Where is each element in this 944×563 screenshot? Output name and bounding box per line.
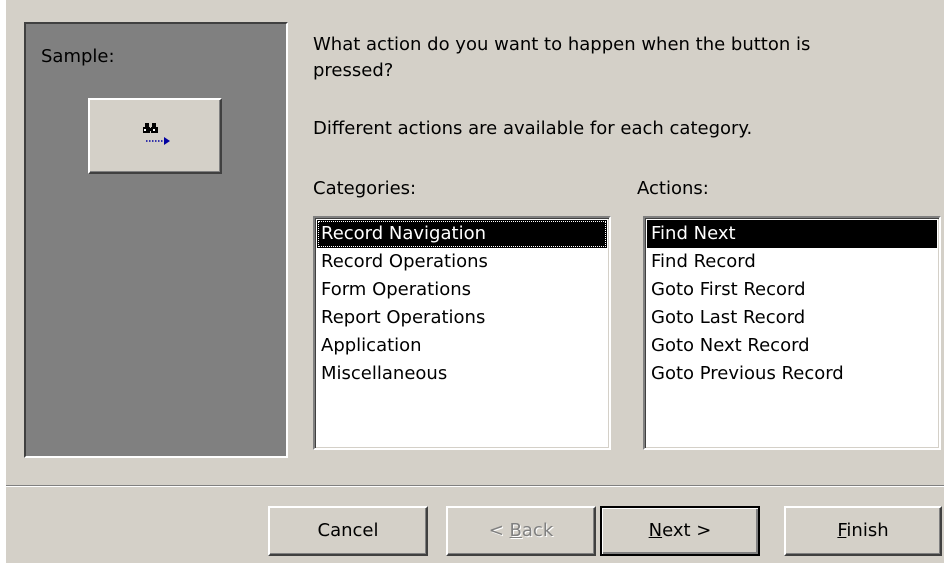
back-prefix: < [488,520,510,541]
action-item[interactable]: Find Record [647,248,937,276]
action-item[interactable]: Goto First Record [647,276,937,304]
back-rest: ack [521,520,554,541]
separator [6,485,944,487]
binoculars-arrow-icon [143,123,170,145]
action-item[interactable]: Goto Last Record [647,304,937,332]
category-item[interactable]: Record Navigation [317,220,607,248]
finish-button[interactable]: Finish [784,506,942,556]
actions-label: Actions: [637,178,709,199]
categories-listbox[interactable]: Record Navigation Record Operations Form… [313,216,611,450]
category-item[interactable]: Record Operations [317,248,607,276]
back-accel: B [509,520,522,541]
action-item[interactable]: Find Next [647,220,937,248]
sample-panel: Sample: [24,22,288,458]
category-item[interactable]: Form Operations [317,276,607,304]
action-item[interactable]: Goto Previous Record [647,360,937,388]
finish-rest: inish [846,520,889,541]
actions-listbox[interactable]: Find Next Find Record Goto First Record … [643,216,941,450]
back-button[interactable]: < Back [446,506,596,556]
command-button-wizard-dialog: Sample: What action do you want to happe… [6,0,944,563]
sample-label: Sample: [41,46,115,67]
next-accel: N [648,520,663,541]
next-rest: ext > [662,520,712,541]
categories-label: Categories: [313,178,417,199]
sample-button-preview [88,98,222,174]
category-item[interactable]: Application [317,332,607,360]
action-item[interactable]: Goto Next Record [647,332,937,360]
wizard-hint: Different actions are available for each… [313,118,753,139]
category-item[interactable]: Miscellaneous [317,360,607,388]
category-item[interactable]: Report Operations [317,304,607,332]
next-button[interactable]: Next > [600,506,760,556]
wizard-question: What action do you want to happen when t… [313,34,811,81]
cancel-button[interactable]: Cancel [268,506,428,556]
